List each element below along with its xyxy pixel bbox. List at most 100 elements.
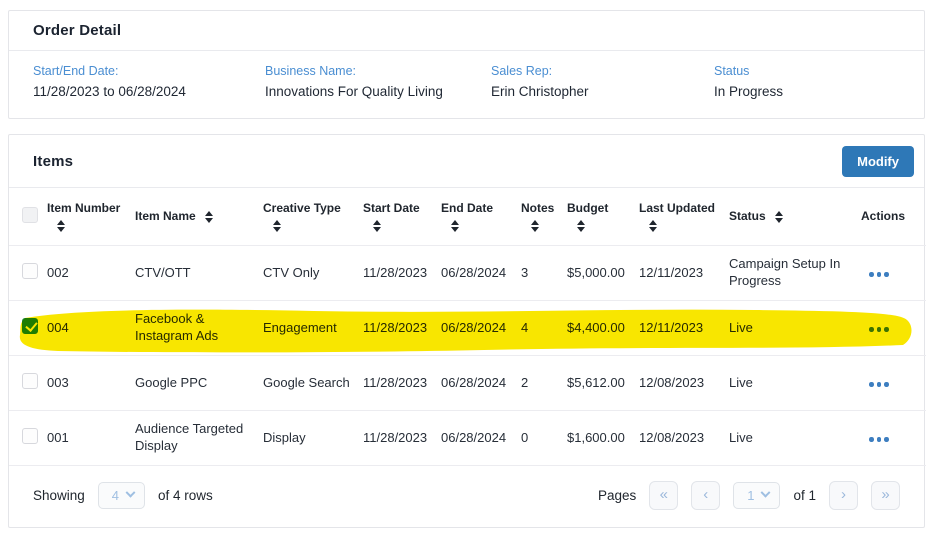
cell-end-date: 06/28/2024	[441, 430, 506, 445]
row-actions-button[interactable]	[867, 433, 891, 446]
pages-label: Pages	[598, 488, 636, 503]
cell-creative-type: Display	[263, 430, 306, 445]
items-panel: Items Modify Item Number Item Name Creat…	[8, 134, 925, 528]
column-item-number: Item Number	[47, 201, 120, 216]
field-value: Erin Christopher	[491, 84, 706, 99]
field-value: Innovations For Quality Living	[265, 84, 483, 99]
chevron-down-icon	[761, 488, 771, 498]
page-select[interactable]: 1	[733, 482, 780, 509]
of-pages-label: of 1	[793, 488, 816, 503]
cell-creative-type: CTV Only	[263, 265, 319, 280]
sort-icon[interactable]	[273, 220, 281, 232]
cell-item-name: Facebook & Instagram Ads	[135, 311, 218, 343]
sort-icon[interactable]	[451, 220, 459, 232]
table-footer: Showing 4 of 4 rows Pages « ‹ 1 of 1 › »	[9, 466, 924, 527]
row-actions-button[interactable]	[867, 323, 891, 336]
cell-start-date: 11/28/2023	[363, 375, 427, 390]
cell-creative-type: Engagement	[263, 320, 337, 335]
current-page-value: 1	[747, 488, 754, 503]
cell-start-date: 11/28/2023	[363, 265, 427, 280]
items-title: Items	[33, 153, 73, 170]
items-table: Item Number Item Name Creative Type Star…	[9, 188, 926, 466]
column-budget: Budget	[567, 201, 608, 216]
field-business-name: Business Name: Innovations For Quality L…	[257, 64, 483, 99]
double-chevron-left-icon: «	[660, 486, 668, 503]
column-status: Status	[729, 209, 766, 224]
cell-creative-type: Google Search	[263, 375, 350, 390]
rows-per-page-value: 4	[112, 488, 119, 503]
cell-end-date: 06/28/2024	[441, 265, 506, 280]
cell-last-updated: 12/11/2023	[639, 265, 703, 280]
first-page-button[interactable]: «	[649, 481, 678, 510]
cell-item-name: Google PPC	[135, 375, 207, 390]
table-row: 001 Audience Targeted Display Display 11…	[9, 411, 926, 466]
field-value: In Progress	[714, 84, 900, 99]
sort-icon[interactable]	[57, 220, 65, 232]
cell-notes: 4	[521, 320, 528, 335]
order-detail-header: Order Detail	[9, 11, 924, 51]
column-end-date: End Date	[441, 201, 493, 216]
cell-item-name: CTV/OTT	[135, 265, 191, 280]
last-page-button[interactable]: »	[871, 481, 900, 510]
row-checkbox-checked[interactable]	[22, 318, 38, 334]
column-creative-type: Creative Type	[263, 201, 341, 216]
column-last-updated: Last Updated	[639, 201, 715, 216]
sort-icon[interactable]	[373, 220, 381, 232]
sort-icon[interactable]	[531, 220, 539, 232]
cell-status: Live	[729, 375, 753, 390]
column-item-name: Item Name	[135, 209, 196, 224]
row-checkbox[interactable]	[22, 428, 38, 444]
double-chevron-right-icon: »	[881, 486, 889, 503]
cell-notes: 3	[521, 265, 528, 280]
chevron-down-icon	[126, 488, 136, 498]
field-status: Status In Progress	[706, 64, 900, 99]
showing-label: Showing	[33, 488, 85, 503]
field-label: Start/End Date:	[33, 64, 257, 78]
cell-start-date: 11/28/2023	[363, 430, 427, 445]
column-start-date: Start Date	[363, 201, 420, 216]
cell-start-date: 11/28/2023	[363, 320, 427, 335]
row-actions-button[interactable]	[867, 378, 891, 391]
field-label: Status	[714, 64, 900, 78]
cell-status: Live	[729, 430, 753, 445]
row-checkbox[interactable]	[22, 263, 38, 279]
cell-item-number: 004	[47, 320, 69, 335]
sort-icon[interactable]	[775, 211, 783, 223]
chevron-right-icon: ›	[841, 486, 846, 503]
page: Order Detail Start/End Date: 11/28/2023 …	[0, 0, 934, 528]
cell-status: Campaign Setup In Progress	[729, 256, 840, 288]
table-row: 003 Google PPC Google Search 11/28/2023 …	[9, 356, 926, 411]
cell-budget: $5,000.00	[567, 265, 625, 280]
cell-last-updated: 12/08/2023	[639, 430, 704, 445]
order-detail-panel: Order Detail Start/End Date: 11/28/2023 …	[8, 10, 925, 119]
column-notes: Notes	[521, 201, 554, 216]
rows-per-page-select[interactable]: 4	[98, 482, 145, 509]
cell-last-updated: 12/11/2023	[639, 320, 703, 335]
column-actions: Actions	[861, 209, 905, 224]
field-start-end-date: Start/End Date: 11/28/2023 to 06/28/2024	[25, 64, 257, 99]
pagination-group: Pages « ‹ 1 of 1 › »	[598, 481, 900, 510]
table-header-row: Item Number Item Name Creative Type Star…	[9, 188, 926, 246]
modify-button[interactable]: Modify	[842, 146, 914, 177]
select-all-checkbox[interactable]	[22, 207, 38, 223]
items-header: Items Modify	[9, 135, 924, 188]
field-label: Business Name:	[265, 64, 483, 78]
cell-end-date: 06/28/2024	[441, 320, 506, 335]
cell-notes: 2	[521, 375, 528, 390]
field-label: Sales Rep:	[491, 64, 706, 78]
sort-icon[interactable]	[649, 220, 657, 232]
previous-page-button[interactable]: ‹	[691, 481, 720, 510]
of-rows-label: of 4 rows	[158, 488, 213, 503]
next-page-button[interactable]: ›	[829, 481, 858, 510]
cell-notes: 0	[521, 430, 528, 445]
cell-end-date: 06/28/2024	[441, 375, 506, 390]
rows-per-page-group: Showing 4 of 4 rows	[33, 482, 213, 509]
cell-budget: $1,600.00	[567, 430, 625, 445]
order-detail-title: Order Detail	[33, 22, 121, 39]
cell-last-updated: 12/08/2023	[639, 375, 704, 390]
row-checkbox[interactable]	[22, 373, 38, 389]
sort-icon[interactable]	[205, 211, 213, 223]
row-actions-button[interactable]	[867, 268, 891, 281]
sort-icon[interactable]	[577, 220, 585, 232]
cell-item-number: 001	[47, 430, 69, 445]
